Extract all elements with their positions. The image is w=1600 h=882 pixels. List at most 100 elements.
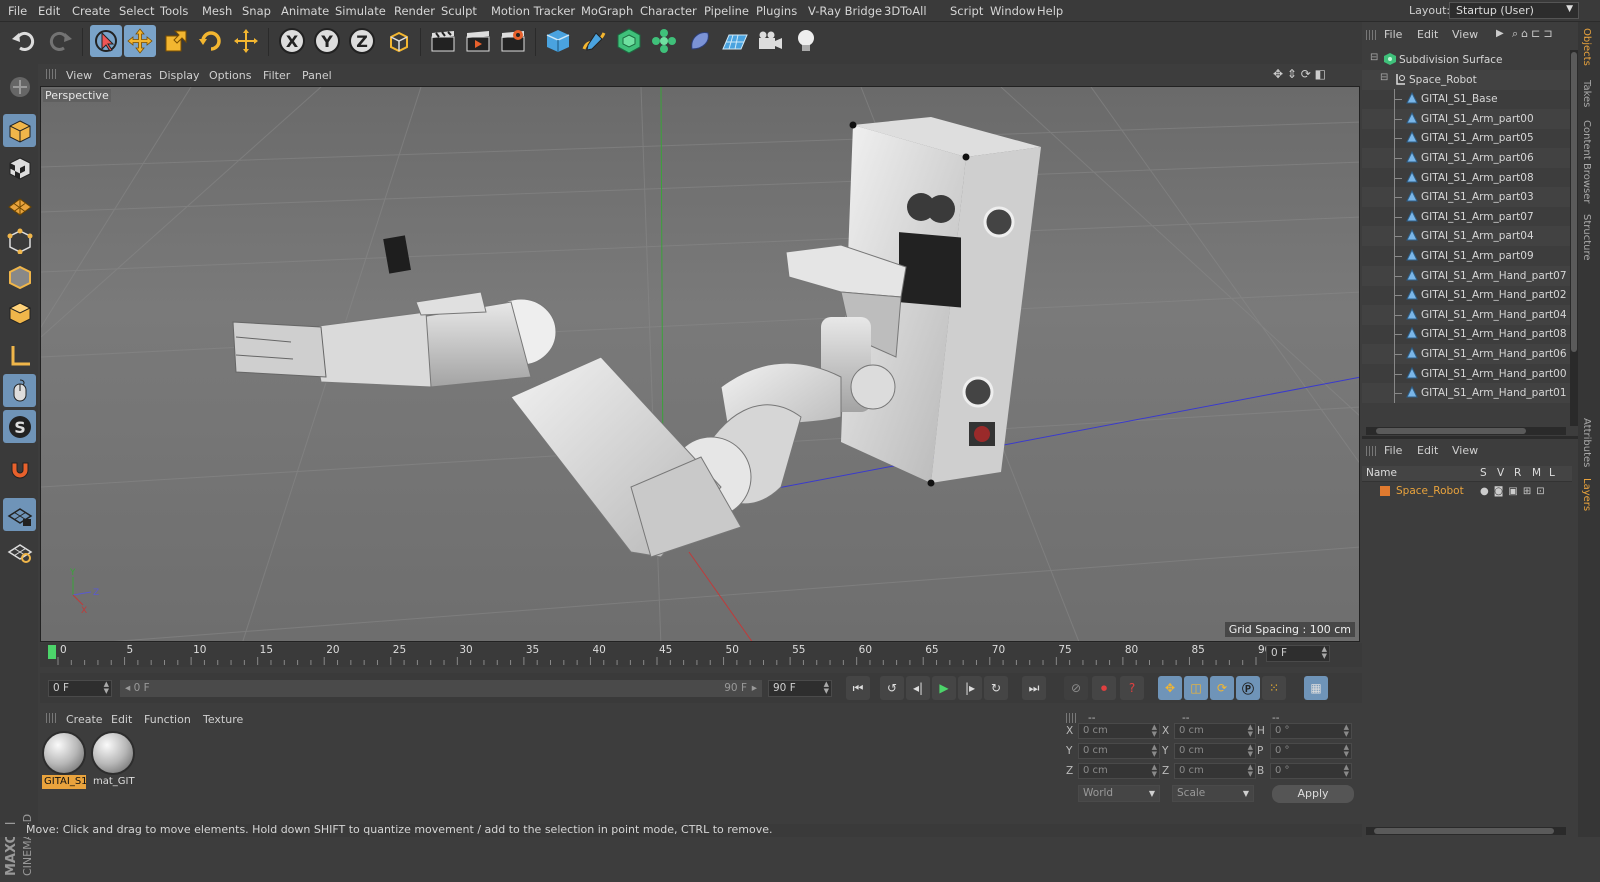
layer-menu-view[interactable]: View — [1452, 444, 1478, 457]
side-tab-objects[interactable]: Objects — [1581, 28, 1592, 66]
z-axis-lock-button[interactable]: Z — [346, 25, 378, 57]
points-mode-button[interactable] — [3, 224, 36, 257]
menu-snap[interactable]: Snap — [242, 4, 271, 18]
record-rotation-button[interactable]: ⟳ — [1210, 676, 1234, 700]
menu-mesh[interactable]: Mesh — [202, 4, 232, 18]
coord-value-field[interactable]: 0 ° ▲ ▼ — [1270, 763, 1352, 779]
record-scale-button[interactable]: ◫ — [1184, 676, 1208, 700]
coord-value-field[interactable]: 0 cm ▲ ▼ — [1078, 743, 1160, 759]
material-swatch[interactable]: GITAI_S1 — [42, 731, 86, 789]
apply-button[interactable]: Apply — [1272, 785, 1354, 803]
coordinate-space-select[interactable]: World ▼ — [1078, 785, 1160, 802]
light-button[interactable] — [790, 25, 822, 57]
object-tree-item[interactable]: GITAI_S1_Arm_part09 — [1362, 246, 1570, 266]
object-tree-item[interactable]: GITAI_S1_Arm_Hand_part07 — [1362, 265, 1570, 286]
object-tree-item[interactable]: GITAI_S1_Base — [1362, 89, 1570, 110]
record-position-button[interactable]: ✥ — [1158, 676, 1182, 700]
autokeying-button[interactable]: ? — [1120, 676, 1144, 700]
menu-help[interactable]: Help — [1037, 4, 1063, 18]
transform-tool-button[interactable] — [230, 25, 262, 57]
workplane-mode-button[interactable] — [3, 187, 36, 220]
layer-column-header[interactable]: R — [1514, 467, 1521, 479]
record-active-objects-button[interactable]: ⏺ — [1092, 676, 1116, 700]
make-editable-button[interactable] — [3, 70, 36, 103]
timeline-frame-field[interactable]: 0 F ▲ ▼ — [1266, 645, 1330, 662]
menu-v-ray-bridge[interactable]: V-Ray Bridge — [808, 4, 882, 18]
viewport-menu-cameras[interactable]: Cameras — [103, 69, 152, 82]
spline-pen-button[interactable] — [578, 25, 610, 57]
record-parameter-button[interactable]: Ⓟ — [1236, 676, 1260, 700]
menu-plugins[interactable]: Plugins — [756, 4, 797, 18]
viewport-navigation-icons[interactable]: ✥ ⇕ ⟳ ◧ — [1273, 67, 1326, 81]
side-tab-content-browser[interactable]: Content Browser — [1581, 120, 1592, 203]
edges-mode-button[interactable] — [3, 260, 36, 293]
render-to-picture-viewer-button[interactable] — [462, 25, 494, 57]
layer-color-swatch[interactable] — [1380, 486, 1390, 496]
cube-primitive-button[interactable] — [542, 25, 574, 57]
side-tab-attributes[interactable]: Attributes — [1581, 418, 1592, 467]
tree-collapse-icon[interactable]: ⊟ — [1370, 52, 1378, 63]
polygons-mode-button[interactable] — [3, 296, 36, 329]
material-swatch[interactable]: mat_GIT — [91, 731, 135, 789]
side-tab-layers[interactable]: Layers — [1581, 478, 1592, 511]
object-tree-item[interactable]: GITAI_S1_Arm_part07 — [1362, 206, 1570, 227]
3d-viewport[interactable]: Y Z X Perspective Grid Spacing : 100 cm — [40, 86, 1360, 642]
redo-button[interactable] — [44, 25, 76, 57]
record-point-level-button[interactable]: ⁙ — [1262, 676, 1286, 700]
coord-value-field[interactable]: 0 cm ▲ ▼ — [1174, 743, 1256, 759]
menu-tools[interactable]: Tools — [160, 4, 188, 18]
size-mode-select[interactable]: Scale ▼ — [1172, 785, 1254, 802]
record-keys-off-button[interactable]: ⊘ — [1064, 676, 1088, 700]
next-frame-button[interactable]: |▸ — [958, 676, 982, 700]
render-settings-button[interactable] — [497, 25, 529, 57]
menu-sculpt[interactable]: Sculpt — [441, 4, 477, 18]
material-menu-texture[interactable]: Texture — [203, 713, 243, 726]
menu-script[interactable]: Script — [950, 4, 983, 18]
coordinate-system-button[interactable] — [383, 25, 415, 57]
deformer-button[interactable] — [684, 25, 716, 57]
go-to-start-button[interactable]: ⏮ — [846, 676, 870, 700]
layer-column-header[interactable]: M — [1532, 467, 1541, 479]
coord-value-field[interactable]: 0 ° ▲ ▼ — [1270, 723, 1352, 739]
menu-render[interactable]: Render — [394, 4, 435, 18]
axis-mode-button[interactable] — [3, 339, 36, 372]
render-view-button[interactable] — [427, 25, 459, 57]
layout-select[interactable]: Startup (User) ▼ — [1449, 2, 1579, 19]
object-tree-item[interactable]: GITAI_S1_Arm_part08 — [1362, 167, 1570, 188]
tweak-mode-button[interactable] — [3, 374, 36, 407]
object-tree-item[interactable]: ⊟ Subdivision Surface — [1362, 50, 1570, 70]
model-mode-button[interactable] — [3, 114, 36, 147]
go-to-end-button[interactable]: ⏭ — [1022, 676, 1046, 700]
layer-column-header[interactable]: V — [1497, 467, 1504, 479]
undo-button[interactable] — [8, 25, 40, 57]
live-selection-button[interactable] — [90, 25, 122, 57]
object-tree-item[interactable]: GITAI_S1_Arm_Hand_part08 — [1362, 324, 1570, 345]
coord-value-field[interactable]: 0 cm ▲ ▼ — [1078, 723, 1160, 739]
object-tree-item[interactable]: GITAI_S1_Arm_Hand_part01 — [1362, 383, 1570, 404]
object-tree-vscroll[interactable] — [1570, 50, 1578, 426]
scale-tool-button[interactable] — [160, 25, 192, 57]
object-tree-item[interactable]: GITAI_S1_Arm_Hand_part04 — [1362, 304, 1570, 325]
coord-value-field[interactable]: 0 cm ▲ ▼ — [1174, 723, 1256, 739]
menu-character[interactable]: Character — [640, 4, 697, 18]
timeline-window-button[interactable]: ▦ — [1304, 676, 1328, 700]
locked-workplane-button[interactable] — [3, 498, 36, 531]
object-tree-item[interactable]: ⊟ Space_Robot — [1362, 69, 1570, 90]
menu-pipeline[interactable]: Pipeline — [704, 4, 749, 18]
play-button[interactable]: ▶ — [932, 676, 956, 700]
move-tool-button[interactable] — [124, 25, 156, 57]
menu-mograph[interactable]: MoGraph — [581, 4, 633, 18]
floor-button[interactable] — [719, 25, 751, 57]
cloner-button[interactable] — [648, 25, 680, 57]
viewport-menu-panel[interactable]: Panel — [302, 69, 332, 82]
layer-row[interactable]: Space_Robot ●◙▣⊞⊡ — [1362, 483, 1570, 501]
menu-3dtoall[interactable]: 3DToAll — [884, 4, 927, 18]
side-tab-structure[interactable]: Structure — [1581, 214, 1592, 261]
layer-column-header[interactable]: L — [1549, 467, 1555, 479]
menu-file[interactable]: File — [8, 4, 27, 18]
max-frame-field[interactable]: 90 F ▲ ▼ — [768, 680, 832, 697]
layer-column-header[interactable]: S — [1480, 467, 1487, 479]
object-tree-item[interactable]: GITAI_S1_Arm_part03 — [1362, 187, 1570, 208]
current-frame-field[interactable]: 0 F ▲ ▼ — [48, 680, 112, 697]
viewport-menu-filter[interactable]: Filter — [263, 69, 290, 82]
